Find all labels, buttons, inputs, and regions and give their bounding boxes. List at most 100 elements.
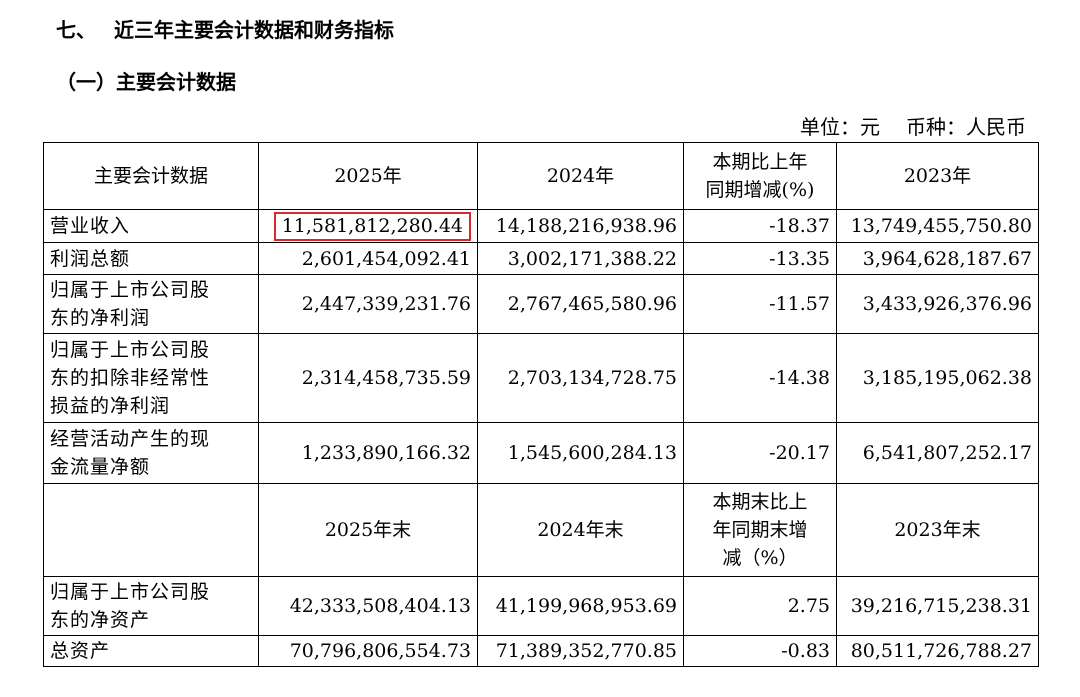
unit-label: 单位：元	[800, 115, 880, 139]
value-2025-cell: 11,581,812,280.44	[258, 209, 478, 243]
row-label-line: 营业收入	[50, 215, 131, 237]
section-title: 近三年主要会计数据和财务指标	[114, 18, 394, 42]
value-2025: 1,233,890,166.32	[301, 442, 471, 464]
row-label-line: 经营活动产生的现	[50, 428, 211, 450]
row-label-line: 利润总额	[50, 247, 131, 270]
header-cell-2024: 2024年末	[477, 483, 684, 577]
table-row: 营业收入 11,581,812,280.44 14,188,216,938.96 -1…	[43, 209, 1039, 243]
header-change-line: 年同期末增	[712, 519, 808, 541]
value-2025-cell: 2,314,458,735.59	[258, 333, 478, 423]
row-label-cell: 总资产	[43, 635, 259, 667]
header-change-line: 同期增减(%)	[705, 179, 815, 201]
value-2025: 2,601,454,092.41	[301, 247, 471, 270]
value-2024-cell: 2,767,465,580.96	[477, 274, 684, 334]
value-change: -11.57	[769, 293, 830, 315]
value-2023: 13,749,455,750.80	[850, 215, 1032, 237]
value-change-cell: -20.17	[683, 422, 837, 484]
table-header-row: 2025年末 2024年末 本期末比上 年同期末增 减（%） 2023年末	[43, 483, 1039, 577]
value-change: -20.17	[769, 442, 830, 464]
row-label-line: 总资产	[50, 640, 111, 662]
row-label-cell: 归属于上市公司股 东的净利润	[43, 274, 259, 334]
value-2024: 2,703,134,728.75	[507, 367, 677, 389]
value-2024-cell: 14,188,216,938.96	[477, 209, 684, 243]
value-2024: 41,199,968,953.69	[495, 595, 677, 617]
value-2024-cell: 1,545,600,284.13	[477, 422, 684, 484]
header-2025-text: 2025年	[334, 165, 402, 187]
header-2023-text: 2023年末	[894, 519, 981, 541]
row-label-line: 归属于上市公司股	[50, 581, 211, 603]
header-cell-label: 主要会计数据	[43, 142, 259, 210]
currency-label: 币种：人民币	[906, 115, 1026, 139]
value-2023: 3,964,628,187.67	[862, 247, 1032, 270]
unit-line: 单位：元 币种：人民币	[800, 114, 1026, 140]
row-label-line: 东的扣除非经常性	[50, 367, 211, 389]
value-2025-cell: 70,796,806,554.73	[258, 635, 478, 667]
value-2023-cell: 3,964,628,187.67	[836, 242, 1039, 275]
value-2024: 1,545,600,284.13	[507, 442, 677, 464]
row-label-cell: 归属于上市公司股 东的扣除非经常性 损益的净利润	[43, 333, 259, 423]
value-change-cell: -14.38	[683, 333, 837, 423]
value-2023: 39,216,715,238.31	[850, 595, 1032, 617]
header-2024-text: 2024年末	[537, 519, 624, 541]
row-label-line: 归属于上市公司股	[50, 279, 211, 301]
value-2025-cell: 2,601,454,092.41	[258, 242, 478, 275]
header-cell-label	[43, 483, 259, 577]
value-2024-cell: 3,002,171,388.22	[477, 242, 684, 275]
header-cell-2025: 2025年	[258, 142, 478, 210]
section-number: 七、	[56, 18, 96, 42]
row-label-line: 东的净利润	[50, 307, 151, 329]
value-change-cell: -11.57	[683, 274, 837, 334]
header-2023-text: 2023年	[903, 165, 972, 187]
value-2025: 2,314,458,735.59	[301, 367, 471, 389]
value-change-cell: -13.35	[683, 242, 837, 275]
value-2024-cell: 2,703,134,728.75	[477, 333, 684, 423]
value-2023: 3,185,195,062.38	[862, 367, 1032, 389]
value-change-cell: -18.37	[683, 209, 837, 243]
value-change: -14.38	[769, 367, 830, 389]
section-heading: 七、 近三年主要会计数据和财务指标	[56, 16, 956, 44]
value-2024: 71,389,352,770.85	[495, 640, 677, 662]
value-2023: 3,433,926,376.96	[862, 293, 1032, 315]
header-2025-text: 2025年末	[324, 519, 412, 541]
value-change: -0.83	[781, 640, 830, 662]
row-label-line: 金流量净额	[50, 456, 151, 478]
value-2024-cell: 41,199,968,953.69	[477, 576, 684, 636]
value-2025-cell: 1,233,890,166.32	[258, 422, 478, 484]
value-2024: 14,188,216,938.96	[495, 215, 677, 237]
value-2023-cell: 80,511,726,788.27	[836, 635, 1039, 667]
row-label-cell: 营业收入	[43, 209, 259, 243]
value-2025: 42,333,508,404.13	[289, 595, 471, 617]
value-2023-cell: 3,185,195,062.38	[836, 333, 1039, 423]
value-2025-cell: 2,447,339,231.76	[258, 274, 478, 334]
row-label-cell: 利润总额	[43, 242, 259, 275]
value-change: -13.35	[769, 247, 830, 270]
value-2024: 2,767,465,580.96	[507, 293, 677, 315]
header-cell-2025: 2025年末	[258, 483, 478, 577]
header-cell-2023: 2023年末	[836, 483, 1039, 577]
value-2025: 70,796,806,554.73	[289, 640, 471, 662]
highlighted-value: 11,581,812,280.44	[273, 211, 471, 241]
value-2024-cell: 71,389,352,770.85	[477, 635, 684, 667]
value-2025-cell: 42,333,508,404.13	[258, 576, 478, 636]
header-cell-change: 本期末比上 年同期末增 减（%）	[683, 483, 837, 577]
value-2025: 2,447,339,231.76	[301, 293, 471, 315]
header-change-line: 本期比上年	[712, 151, 808, 173]
header-cell-2024: 2024年	[477, 142, 684, 210]
table-row: 总资产 70,796,806,554.73 71,389,352,770.85 -0.…	[43, 635, 1039, 667]
row-label-cell: 归属于上市公司股 东的净资产	[43, 576, 259, 636]
subsection-heading: （一）主要会计数据	[56, 70, 236, 94]
value-2023-cell: 3,433,926,376.96	[836, 274, 1039, 334]
table-row: 归属于上市公司股 东的扣除非经常性 损益的净利润 2,314,458,735.59 2,…	[43, 333, 1039, 423]
accounting-data-table: 主要会计数据 2025年 2024年 本期比上年同期增减(%) 2023年营业收入 11,…	[43, 142, 1039, 667]
row-label-line: 东的净资产	[50, 609, 151, 631]
value-change: -18.37	[769, 215, 830, 237]
table-header-row: 主要会计数据 2025年 2024年 本期比上年同期增减(%) 2023年	[43, 142, 1039, 210]
header-cell-change: 本期比上年同期增减(%)	[683, 142, 837, 210]
row-label-cell: 经营活动产生的现 金流量净额	[43, 422, 259, 484]
row-label-line: 归属于上市公司股	[50, 339, 211, 361]
value-2023: 6,541,807,252.17	[862, 442, 1032, 464]
table-row: 归属于上市公司股 东的净利润 2,447,339,231.76 2,767,465,5…	[43, 274, 1039, 334]
header-2024-text: 2024年	[546, 165, 615, 187]
header-cell-2023: 2023年	[836, 142, 1039, 210]
value-change: 2.75	[787, 595, 830, 617]
